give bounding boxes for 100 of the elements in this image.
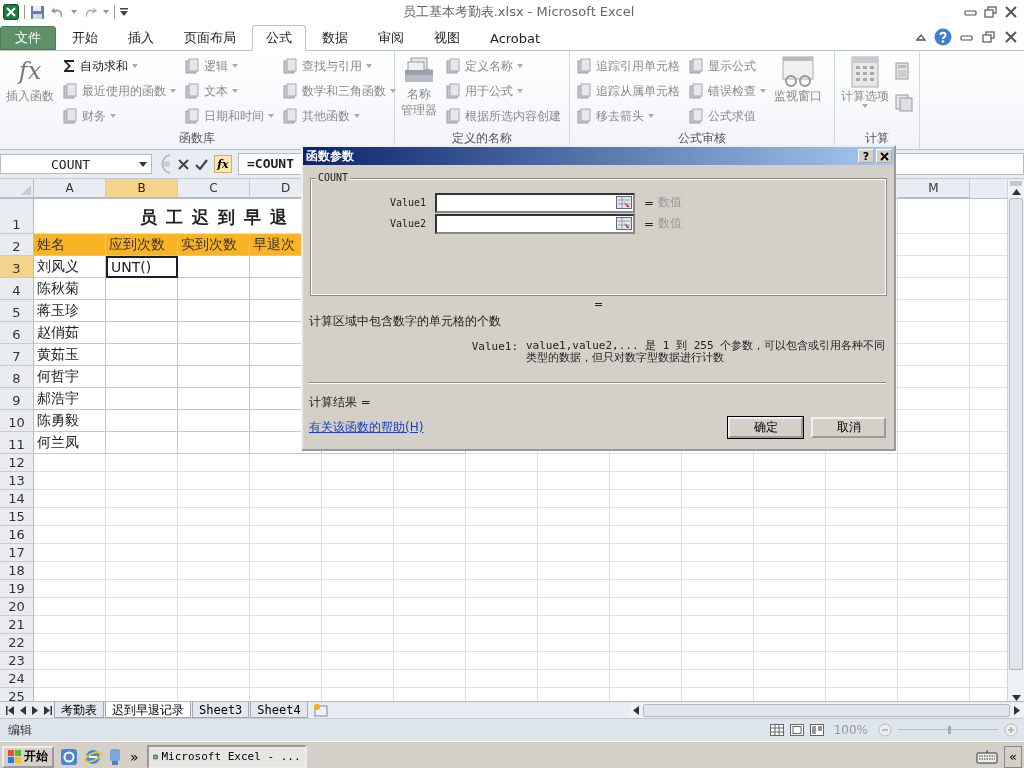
row-header[interactable]: 4	[0, 278, 34, 300]
sheet-tab[interactable]: 迟到早退记录	[105, 702, 191, 718]
row-header[interactable]: 2	[0, 234, 34, 256]
browser-icon[interactable]	[84, 747, 102, 766]
row-header[interactable]: 6	[0, 322, 34, 344]
app-logo-icon[interactable]	[3, 4, 19, 20]
table-cell[interactable]: 陈勇毅	[34, 410, 106, 432]
down-arrow-icon[interactable]	[1011, 695, 1021, 701]
taskbar-window-button[interactable]: Microsoft Excel - ...	[146, 744, 307, 768]
enter-check-icon[interactable]	[195, 158, 208, 170]
help-button[interactable]: ?	[858, 149, 874, 163]
horizontal-scrollbar[interactable]	[629, 703, 1024, 717]
ribbon-tab[interactable]: 文件	[0, 26, 56, 50]
minimize-icon[interactable]	[964, 7, 978, 17]
row-header[interactable]: 5	[0, 300, 34, 322]
row-header[interactable]: 11	[0, 432, 34, 454]
row-header[interactable]: 9	[0, 388, 34, 410]
row-header[interactable]: 25	[0, 688, 34, 701]
table-cell[interactable]: 陈秋菊	[34, 278, 106, 300]
page-layout-view-icon[interactable]	[789, 724, 804, 736]
cancel-icon[interactable]	[178, 158, 189, 170]
close-button[interactable]	[876, 149, 892, 163]
minimize-icon[interactable]	[960, 32, 974, 42]
table-cell[interactable]: 赵俏茹	[34, 322, 106, 344]
table-cell[interactable]: 何兰凤	[34, 432, 106, 454]
row-header[interactable]: 3	[0, 256, 34, 278]
ribbon-tab[interactable]: 页面布局	[170, 26, 250, 50]
collapse-ribbon-icon[interactable]	[916, 33, 926, 41]
row-header[interactable]: 13	[0, 472, 34, 490]
sheet-tab[interactable]: Sheet4	[250, 702, 308, 718]
help-link[interactable]: 有关该函数的帮助(H)	[309, 419, 424, 436]
keyboard-icon[interactable]	[976, 749, 998, 764]
table-cell[interactable]: UNT()	[106, 256, 178, 278]
restore-icon[interactable]	[984, 6, 998, 18]
split-handle[interactable]	[1010, 181, 1022, 186]
row-header[interactable]: 23	[0, 652, 34, 670]
previous-sheet-icon[interactable]	[19, 705, 27, 715]
row-header[interactable]: 10	[0, 410, 34, 432]
sheet-tab[interactable]: Sheet3	[192, 702, 250, 718]
close-icon[interactable]	[1004, 31, 1018, 43]
more-button[interactable]: »	[128, 748, 141, 765]
vertical-scrollbar[interactable]	[1007, 179, 1024, 701]
zoom-slider[interactable]	[898, 724, 998, 736]
table-cell[interactable]: 黄茹玉	[34, 344, 106, 366]
argument-field[interactable]	[435, 213, 635, 234]
table-cell[interactable]: 郝浩宇	[34, 388, 106, 410]
row-header[interactable]: 18	[0, 562, 34, 580]
sheet-tab[interactable]: 考勤表	[54, 702, 104, 718]
row-header[interactable]: 14	[0, 490, 34, 508]
row-header[interactable]: 22	[0, 634, 34, 652]
start-button[interactable]: 开始	[2, 745, 54, 768]
row-header[interactable]: 12	[0, 454, 34, 472]
row-header[interactable]: 21	[0, 616, 34, 634]
ribbon-tab[interactable]: Acrobat	[476, 26, 555, 50]
ribbon-button[interactable]: 自动求和	[60, 54, 178, 78]
row-header[interactable]: 7	[0, 344, 34, 366]
save-icon[interactable]	[30, 4, 45, 20]
help-icon[interactable]	[934, 28, 952, 46]
row-header[interactable]: 15	[0, 508, 34, 526]
row-header[interactable]: 20	[0, 598, 34, 616]
row-header[interactable]: 16	[0, 526, 34, 544]
row-header[interactable]: 19	[0, 580, 34, 598]
column-header[interactable]: B	[106, 179, 178, 198]
table-cell[interactable]: 何哲宇	[34, 366, 106, 388]
show-tray-button[interactable]: «	[1004, 745, 1022, 768]
insert-function-button[interactable]: fx	[214, 155, 232, 173]
refresh-icon[interactable]	[60, 747, 78, 766]
argument-field[interactable]	[435, 192, 635, 213]
customize-caret-icon[interactable]	[120, 8, 128, 16]
page-break-view-icon[interactable]	[809, 724, 824, 736]
dialog-button[interactable]: 取消	[811, 417, 886, 438]
dialog-button[interactable]: 确定	[728, 417, 803, 438]
column-header[interactable]: C	[178, 179, 250, 198]
normal-view-icon[interactable]	[769, 724, 784, 736]
row-header[interactable]: 17	[0, 544, 34, 562]
table-cell[interactable]: 刘风义	[34, 256, 106, 278]
caret-icon[interactable]	[139, 161, 147, 167]
ribbon-tab[interactable]: 视图	[420, 26, 474, 50]
right-arrow-icon[interactable]	[1014, 705, 1020, 715]
column-header[interactable]: M	[898, 179, 970, 198]
left-arrow-icon[interactable]	[633, 705, 639, 715]
restore-icon[interactable]	[982, 31, 996, 43]
ribbon-tab[interactable]: 公式	[252, 25, 306, 51]
collapse-dialog-icon[interactable]	[616, 216, 632, 230]
device-icon[interactable]	[108, 747, 122, 766]
first-sheet-icon[interactable]	[5, 705, 15, 715]
table-cell[interactable]: 蒋玉珍	[34, 300, 106, 322]
ribbon-tab[interactable]: 数据	[308, 26, 362, 50]
collapse-dialog-icon[interactable]	[616, 195, 632, 209]
column-header[interactable]: A	[34, 179, 106, 198]
next-sheet-icon[interactable]	[31, 705, 39, 715]
row-header[interactable]: 1	[0, 199, 34, 234]
ribbon-tab[interactable]: 插入	[114, 26, 168, 50]
last-sheet-icon[interactable]	[43, 705, 53, 715]
ribbon-tab[interactable]: 审阅	[364, 26, 418, 50]
name-box[interactable]: COUNT	[0, 154, 152, 174]
close-icon[interactable]	[1004, 6, 1018, 18]
ribbon-tab[interactable]: 开始	[58, 26, 112, 50]
up-arrow-icon[interactable]	[1011, 189, 1021, 195]
row-header[interactable]: 24	[0, 670, 34, 688]
